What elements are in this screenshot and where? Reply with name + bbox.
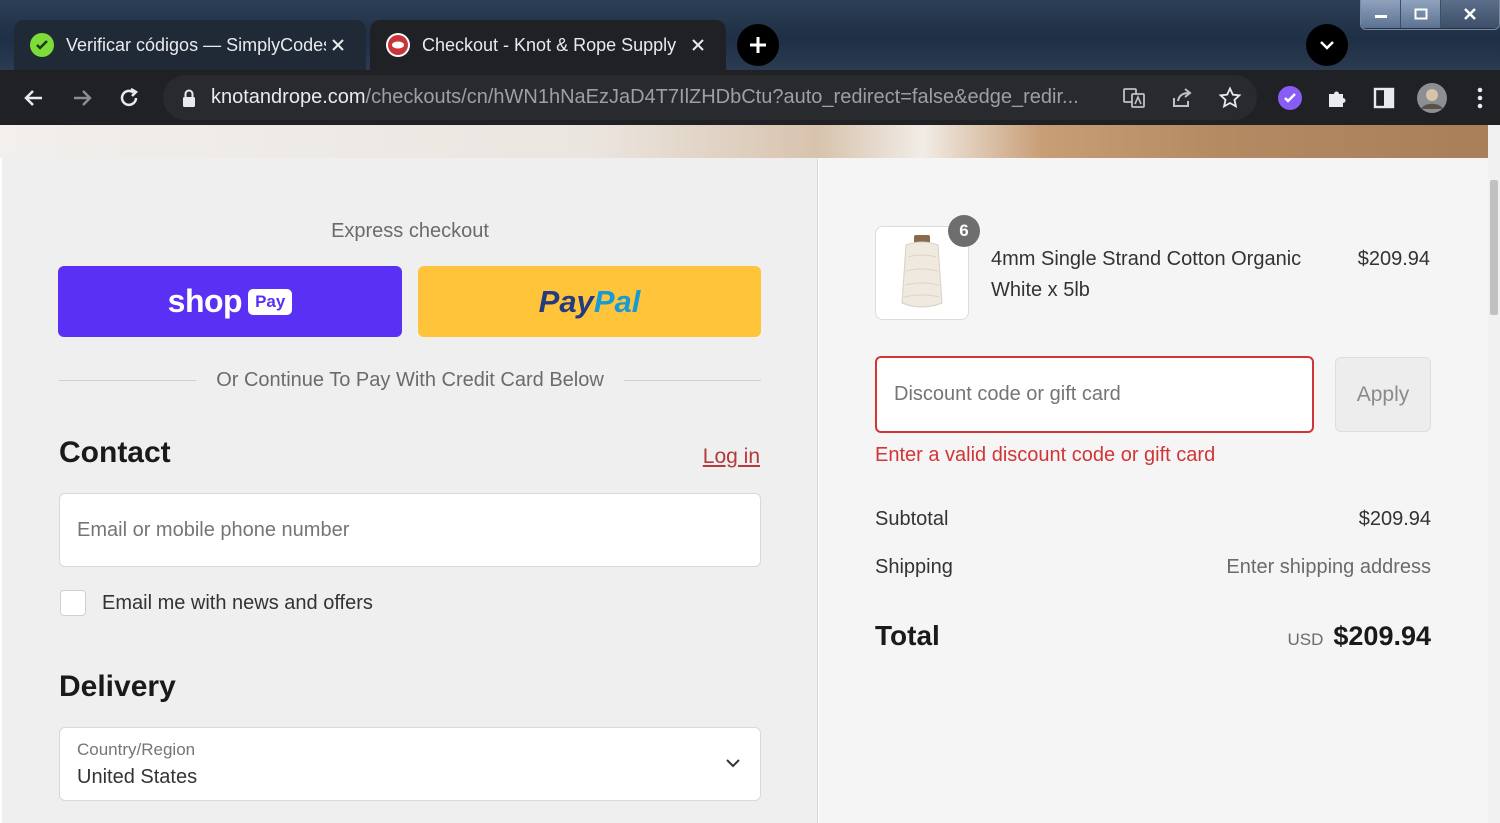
- quantity-badge: 6: [948, 215, 980, 247]
- maximize-icon: [1414, 8, 1427, 20]
- side-panel-icon[interactable]: [1368, 82, 1400, 114]
- discount-error-message: Enter a valid discount code or gift card: [875, 444, 1216, 466]
- paypal-button[interactable]: Pay Pal: [418, 266, 761, 337]
- shipping-label: Shipping: [875, 556, 953, 578]
- maximize-button[interactable]: [1401, 0, 1441, 28]
- total-label: Total: [875, 620, 940, 651]
- chevron-down-icon: [1320, 41, 1334, 50]
- window-controls: [1360, 0, 1500, 30]
- extensions-puzzle-icon[interactable]: [1321, 82, 1353, 114]
- newsletter-option[interactable]: Email me with news and offers: [60, 590, 373, 616]
- tab-simplycodes[interactable]: Verificar códigos — SimplyCodes: [14, 20, 366, 70]
- express-checkout-label: Express checkout: [331, 220, 489, 242]
- divider-line: [623, 379, 762, 381]
- checkout-form-column: Express checkout shop Pay Pay Pal Or Cont…: [2, 158, 818, 823]
- arrow-left-icon: [24, 90, 42, 106]
- close-window-button[interactable]: [1441, 0, 1499, 28]
- login-link[interactable]: Log in: [703, 445, 760, 469]
- order-summary-column: 6 4mm Single Strand Cotton Organic White…: [819, 158, 1488, 823]
- total-row: Total USD $209.94: [875, 620, 1431, 652]
- checkout-page: Express checkout shop Pay Pay Pal Or Cont…: [0, 125, 1500, 823]
- tab-title: Verificar códigos — SimplyCodes: [66, 34, 326, 55]
- shop-pay-button[interactable]: shop Pay: [58, 266, 402, 337]
- apply-discount-button[interactable]: Apply: [1335, 357, 1431, 432]
- close-tab-icon[interactable]: [686, 33, 710, 57]
- email-input[interactable]: [59, 493, 761, 567]
- new-tab-button[interactable]: [737, 24, 779, 66]
- reload-icon: [120, 87, 139, 107]
- translate-icon[interactable]: [1119, 83, 1149, 113]
- close-window-icon: [1464, 8, 1476, 20]
- url-text: knotandrope.com/checkouts/cn/hWN1hNaEzJa…: [211, 86, 1079, 108]
- subtotal-value: $209.94: [1358, 508, 1431, 530]
- browser-tab-bar: Verificar códigos — SimplyCodes Checkout…: [0, 0, 1500, 70]
- simplycodes-icon: [30, 33, 54, 57]
- tab-title: Checkout - Knot & Rope Supply: [422, 34, 677, 55]
- bookmark-star-icon[interactable]: [1215, 83, 1245, 113]
- browser-toolbar: knotandrope.com/checkouts/cn/hWN1hNaEzJa…: [0, 70, 1500, 125]
- divider-text: Or Continue To Pay With Credit Card Belo…: [216, 368, 604, 391]
- extension-simplycodes-icon[interactable]: [1274, 82, 1306, 114]
- shop-pay-wordmark: shop: [167, 283, 243, 319]
- knotrope-icon: [386, 33, 410, 57]
- profile-avatar[interactable]: [1416, 82, 1448, 114]
- back-button[interactable]: [16, 80, 52, 116]
- plus-icon: [750, 37, 766, 53]
- payment-divider: Or Continue To Pay With Credit Card Belo…: [59, 365, 762, 395]
- subtotal-row: Subtotal $209.94: [875, 508, 1431, 531]
- forward-button[interactable]: [64, 80, 100, 116]
- minimize-icon: [1374, 15, 1387, 18]
- shipping-row: Shipping Enter shipping address: [875, 556, 1431, 579]
- reload-button[interactable]: [111, 80, 147, 116]
- discount-code-input[interactable]: [875, 356, 1314, 433]
- shipping-value: Enter shipping address: [1226, 556, 1431, 578]
- divider-line: [59, 379, 197, 381]
- minimize-button[interactable]: [1361, 0, 1401, 28]
- header-banner-image: [0, 125, 1488, 158]
- share-icon[interactable]: [1167, 83, 1197, 113]
- newsletter-checkbox[interactable]: [60, 590, 86, 616]
- tab-checkout[interactable]: Checkout - Knot & Rope Supply: [370, 20, 726, 70]
- tab-search-button[interactable]: [1306, 24, 1348, 66]
- close-tab-icon[interactable]: [326, 33, 350, 57]
- country-value: United States: [77, 766, 198, 788]
- address-bar[interactable]: knotandrope.com/checkouts/cn/hWN1hNaEzJa…: [163, 75, 1257, 120]
- page-scrollbar[interactable]: [1488, 125, 1500, 823]
- scrollbar-thumb[interactable]: [1490, 180, 1498, 315]
- contact-heading: Contact: [59, 436, 171, 469]
- total-currency: USD: [1287, 630, 1324, 649]
- newsletter-label: Email me with news and offers: [102, 591, 373, 614]
- product-name: 4mm Single Strand Cotton Organic White x…: [991, 248, 1302, 301]
- cotton-spool-icon: [901, 235, 943, 308]
- menu-kebab-icon[interactable]: [1464, 82, 1496, 114]
- total-value: $209.94: [1333, 621, 1431, 651]
- country-label: Country/Region: [77, 740, 196, 759]
- paypal-wordmark-pal: Pal: [593, 283, 641, 319]
- delivery-heading: Delivery: [59, 670, 176, 703]
- product-price: $209.94: [1357, 248, 1430, 270]
- total-amount-group: USD $209.94: [1287, 621, 1431, 652]
- shop-pay-badge: Pay: [248, 288, 293, 315]
- arrow-right-icon: [74, 90, 92, 106]
- subtotal-label: Subtotal: [875, 508, 949, 530]
- paypal-wordmark-pay: Pay: [538, 283, 594, 319]
- chevron-down-icon: [724, 754, 742, 777]
- country-select[interactable]: Country/Region United States: [59, 727, 761, 801]
- lock-icon: [183, 89, 195, 107]
